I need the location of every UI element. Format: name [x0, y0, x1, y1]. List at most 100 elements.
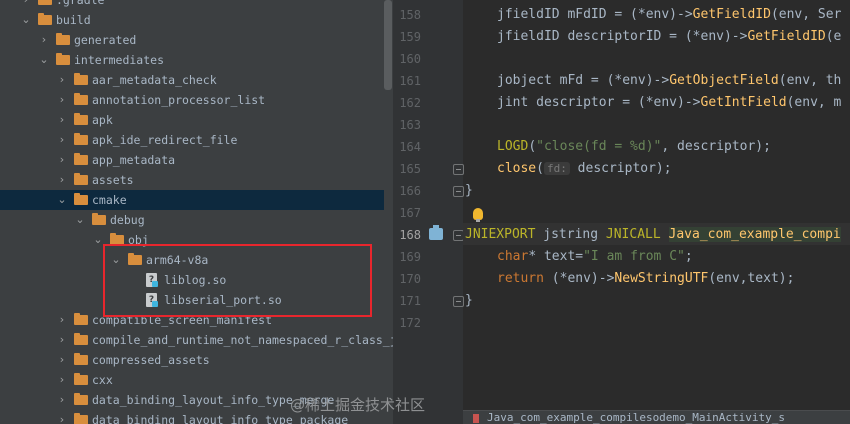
tree-item[interactable]: ⌄ debug [0, 210, 384, 230]
function-icon [473, 413, 479, 423]
line-number: 163 [399, 118, 421, 132]
tree-item[interactable]: ⌄ build [0, 10, 384, 30]
code-line: JNIEXPORT jstring JNICALL Java_com_examp… [465, 227, 841, 242]
chevron-right-icon[interactable]: › [56, 90, 68, 110]
tree-item-label: apk_ide_redirect_file [92, 133, 238, 147]
chevron-right-icon[interactable]: › [56, 390, 68, 410]
folder-icon [74, 193, 88, 205]
chevron-right-icon[interactable]: › [38, 30, 50, 50]
code-line: } [465, 293, 473, 308]
fold-marker-icon[interactable] [453, 186, 464, 197]
chevron-right-icon[interactable]: › [56, 110, 68, 130]
folder-icon [74, 393, 88, 405]
folder-icon [74, 133, 88, 145]
folder-icon [74, 333, 88, 345]
folder-icon [38, 13, 52, 25]
chevron-right-icon[interactable]: › [56, 350, 68, 370]
line-number: 165 [399, 162, 421, 176]
chevron-down-icon[interactable]: ⌄ [74, 210, 86, 230]
line-number: 162 [399, 96, 421, 110]
tree-item-label: intermediates [74, 53, 165, 67]
folder-icon [74, 313, 88, 325]
chevron-right-icon[interactable]: › [56, 170, 68, 190]
tree-item-label: compressed_assets [92, 353, 210, 367]
folder-icon [74, 413, 88, 424]
tree-item[interactable]: › compile_and_runtime_not_namespaced_r_cl… [0, 330, 393, 350]
code-line: jfieldID descriptorID = (*env)->GetField… [497, 29, 842, 44]
chevron-down-icon[interactable]: ⌄ [20, 10, 32, 30]
chevron-right-icon[interactable]: › [56, 330, 68, 350]
tree-item-label: annotation_processor_list [92, 93, 266, 107]
code-line: return (*env)->NewStringUTF(env,text); [497, 271, 795, 286]
tree-item[interactable]: › apk_ide_redirect_file [0, 130, 384, 150]
tree-item-label: app_metadata [92, 153, 176, 167]
code-line: LOGD("close(fd = %d)", descriptor); [497, 139, 771, 154]
tree-scrollbar[interactable] [384, 0, 392, 90]
chevron-right-icon[interactable]: › [56, 70, 68, 90]
tree-item-label: .gradle [56, 0, 105, 7]
tree-item-label: cxx [92, 373, 113, 387]
folder-icon [56, 33, 70, 45]
line-number: 160 [399, 52, 421, 66]
line-number: 158 [399, 8, 421, 22]
project-tree-panel: › .gradle ⌄ build › generated ⌄ intermediates › a… [0, 0, 393, 424]
chevron-right-icon[interactable]: › [56, 310, 68, 330]
line-number: 164 [399, 140, 421, 154]
tree-item-label: aar_metadata_check [92, 73, 217, 87]
line-number: 169 [399, 250, 421, 264]
tree-item-label: apk [92, 113, 113, 127]
tree-item[interactable]: › aar_metadata_check [0, 70, 384, 90]
tree-item[interactable]: ⌄ intermediates [0, 50, 384, 70]
code-line: close(fd: descriptor); [497, 161, 672, 176]
folder-icon [56, 53, 70, 65]
code-line: jint descriptor = (*env)->GetIntField(en… [497, 95, 842, 110]
chevron-down-icon[interactable]: ⌄ [38, 50, 50, 70]
line-number: 166 [399, 184, 421, 198]
chevron-right-icon[interactable]: › [56, 130, 68, 150]
code-editor[interactable]: 158 159 160 161 162 163 164 165 166 167 168 169 170 1… [393, 0, 850, 424]
line-number: 172 [399, 316, 421, 330]
tree-item[interactable]: › .gradle [0, 0, 384, 10]
chevron-right-icon[interactable]: › [56, 370, 68, 390]
code-line: } [465, 183, 473, 198]
editor-gutter: 158 159 160 161 162 163 164 165 166 167 168 169 170 1… [393, 0, 464, 424]
folder-icon [74, 113, 88, 125]
folder-icon [74, 373, 88, 385]
tree-item[interactable]: › cxx [0, 370, 384, 390]
line-number: 170 [399, 272, 421, 286]
line-number: 168 [399, 228, 421, 242]
line-number: 161 [399, 74, 421, 88]
chevron-right-icon[interactable]: › [20, 0, 32, 10]
breadcrumb[interactable]: Java_com_example_compilesodemo_MainActiv… [463, 410, 850, 424]
tree-item[interactable]: › compressed_assets [0, 350, 384, 370]
implementation-gutter-icon[interactable] [429, 225, 443, 240]
folder-icon [74, 153, 88, 165]
chevron-right-icon[interactable]: › [56, 410, 68, 424]
tree-item[interactable]: › annotation_processor_list [0, 90, 384, 110]
tree-item[interactable]: › app_metadata [0, 150, 384, 170]
watermark: @稀土掘金技术社区 [290, 396, 426, 414]
folder-icon [74, 93, 88, 105]
folder-icon [74, 173, 88, 185]
code-line: char* text="I am from C"; [497, 249, 693, 264]
code-line: jobject mFd = (*env)->GetObjectField(env… [497, 73, 842, 88]
folder-icon [38, 0, 52, 5]
lightbulb-icon[interactable] [473, 208, 483, 222]
tree-item[interactable]: › apk [0, 110, 384, 130]
line-number: 171 [399, 294, 421, 308]
tree-item-label: compile_and_runtime_not_namespaced_r_cla… [92, 333, 393, 347]
tree-item[interactable]: › generated [0, 30, 384, 50]
tree-item[interactable]: ⌄ cmake [0, 190, 384, 210]
folder-icon [74, 73, 88, 85]
chevron-right-icon[interactable]: › [56, 150, 68, 170]
tree-item-label: cmake [92, 193, 127, 207]
tree-item-label: build [56, 13, 91, 27]
line-number: 167 [399, 206, 421, 220]
tree-item-label: generated [74, 33, 137, 47]
tree-item[interactable]: › assets [0, 170, 384, 190]
code-line: jfieldID mFdID = (*env)->GetFieldID(env,… [497, 7, 842, 22]
fold-marker-icon[interactable] [453, 164, 464, 175]
fold-marker-icon[interactable] [453, 296, 464, 307]
parameter-hint: fd: [543, 162, 570, 175]
chevron-down-icon[interactable]: ⌄ [56, 190, 68, 210]
